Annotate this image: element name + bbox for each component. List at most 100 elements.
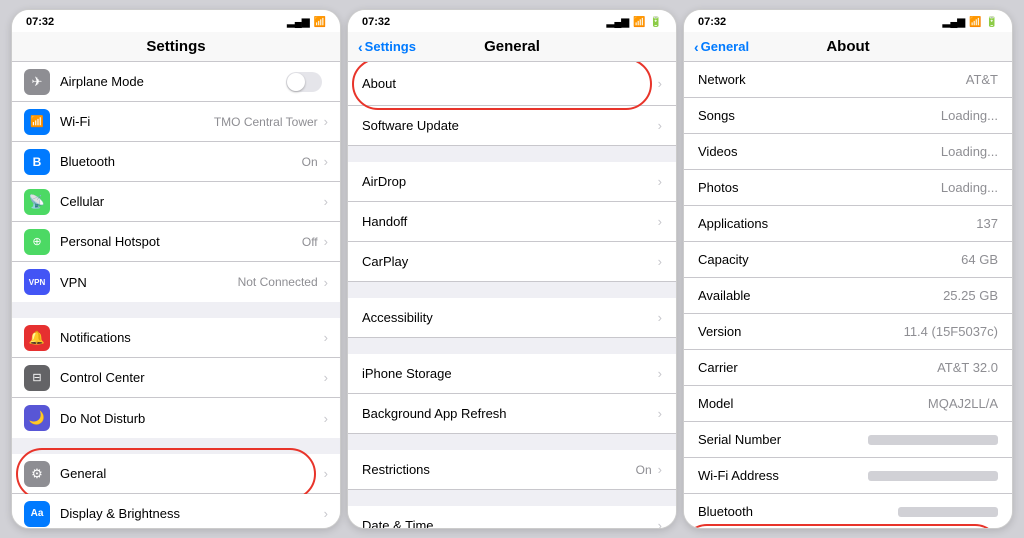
songs-value: Loading... — [941, 108, 998, 123]
row-airplane-mode[interactable]: ✈ Airplane Mode — [12, 62, 340, 102]
applications-label: Applications — [698, 216, 768, 231]
back-to-settings[interactable]: ‹ Settings — [358, 39, 416, 55]
bluetooth-value: On — [302, 155, 318, 169]
row-date-time[interactable]: Date & Time › — [348, 506, 676, 528]
row-airdrop[interactable]: AirDrop › — [348, 162, 676, 202]
row-general[interactable]: ⚙ General › — [12, 454, 340, 494]
sep-g2 — [348, 282, 676, 290]
row-background-app-refresh[interactable]: Background App Refresh › — [348, 394, 676, 434]
display-label: Display & Brightness — [60, 506, 324, 521]
wifi-icon-2: 📶 — [633, 17, 645, 28]
photos-label: Photos — [698, 180, 738, 195]
vpn-value: Not Connected — [238, 275, 318, 289]
about-list[interactable]: Network AT&T Songs Loading... Videos Loa… — [684, 62, 1012, 528]
signal-icon-2: ▂▄▆ — [607, 17, 629, 28]
about-row-model: Model MQAJ2LL/A — [684, 386, 1012, 422]
row-restrictions[interactable]: Restrictions On › — [348, 450, 676, 490]
applications-value: 137 — [976, 216, 998, 231]
serial-redacted — [868, 435, 998, 445]
date-time-chevron: › — [658, 518, 662, 528]
accessibility-chevron: › — [658, 310, 662, 325]
status-time-2: 07:32 — [362, 16, 390, 28]
sep-g4 — [348, 434, 676, 442]
row-accessibility[interactable]: Accessibility › — [348, 298, 676, 338]
section-about: About › Software Update › — [348, 62, 676, 146]
general-nav-header: ‹ Settings General — [348, 32, 676, 62]
notifications-chevron: › — [324, 330, 328, 345]
dnd-label: Do Not Disturb — [60, 411, 324, 426]
notifications-icon: 🔔 — [24, 325, 50, 351]
wifi-label: Wi-Fi — [60, 114, 214, 129]
cellular-icon: 📡 — [24, 189, 50, 215]
carrier-value: AT&T 32.0 — [937, 360, 998, 375]
settings-title: Settings — [146, 38, 205, 55]
about-row-network: Network AT&T — [684, 62, 1012, 98]
status-icons-3: ▂▄▆ 📶 🔋 — [943, 17, 998, 28]
back-to-general[interactable]: ‹ General — [694, 39, 749, 55]
row-wifi[interactable]: 📶 Wi-Fi TMO Central Tower › — [12, 102, 340, 142]
about-row-videos: Videos Loading... — [684, 134, 1012, 170]
row-display[interactable]: Aa Display & Brightness › — [12, 494, 340, 528]
airdrop-chevron: › — [658, 174, 662, 189]
capacity-value: 64 GB — [961, 252, 998, 267]
status-icons-1: ▂▄▆ 📶 — [287, 17, 326, 28]
about-row-available: Available 25.25 GB — [684, 278, 1012, 314]
about-title: About — [826, 38, 869, 55]
version-value: 11.4 (15F5037c) — [904, 324, 998, 339]
row-handoff[interactable]: Handoff › — [348, 202, 676, 242]
bg-app-refresh-label: Background App Refresh — [362, 406, 658, 421]
display-chevron: › — [324, 506, 328, 521]
hotspot-value: Off — [302, 235, 318, 249]
videos-value: Loading... — [941, 144, 998, 159]
about-row-version: Version 11.4 (15F5037c) — [684, 314, 1012, 350]
row-software-update[interactable]: Software Update › — [348, 106, 676, 146]
row-notifications[interactable]: 🔔 Notifications › — [12, 318, 340, 358]
vpn-icon: VPN — [24, 269, 50, 295]
photos-value: Loading... — [941, 180, 998, 195]
row-do-not-disturb[interactable]: 🌙 Do Not Disturb › — [12, 398, 340, 438]
dnd-icon: 🌙 — [24, 405, 50, 431]
control-center-label: Control Center — [60, 370, 324, 385]
bluetooth-about-label: Bluetooth — [698, 504, 753, 519]
bluetooth-icon: B — [24, 149, 50, 175]
about-row-wifi-address: Wi-Fi Address — [684, 458, 1012, 494]
software-update-label: Software Update — [362, 118, 658, 133]
hotspot-icon: ⊕ — [24, 229, 50, 255]
about-nav-header: ‹ General About — [684, 32, 1012, 62]
about-row-capacity: Capacity 64 GB — [684, 242, 1012, 278]
phone-about: 07:32 ▂▄▆ 📶 🔋 ‹ General About Network AT… — [683, 9, 1013, 529]
row-cellular[interactable]: 📡 Cellular › — [12, 182, 340, 222]
about-section: Network AT&T Songs Loading... Videos Loa… — [684, 62, 1012, 528]
date-time-label: Date & Time — [362, 518, 658, 528]
cellular-label: Cellular — [60, 194, 324, 209]
general-list[interactable]: About › Software Update › AirDrop › Hand… — [348, 62, 676, 528]
row-carplay[interactable]: CarPlay › — [348, 242, 676, 282]
airplane-toggle[interactable] — [286, 72, 322, 92]
airplane-label: Airplane Mode — [60, 74, 286, 89]
row-personal-hotspot[interactable]: ⊕ Personal Hotspot Off › — [12, 222, 340, 262]
bg-app-refresh-chevron: › — [658, 406, 662, 421]
restrictions-label: Restrictions — [362, 462, 636, 477]
carplay-label: CarPlay — [362, 254, 658, 269]
settings-header: Settings — [12, 32, 340, 62]
about-row-songs: Songs Loading... — [684, 98, 1012, 134]
row-control-center[interactable]: ⊟ Control Center › — [12, 358, 340, 398]
bluetooth-label: Bluetooth — [60, 154, 302, 169]
back-chevron: ‹ — [358, 39, 363, 55]
about-row-bluetooth: Bluetooth — [684, 494, 1012, 528]
row-bluetooth[interactable]: B Bluetooth On › — [12, 142, 340, 182]
display-icon: Aa — [24, 501, 50, 527]
airdrop-label: AirDrop — [362, 174, 658, 189]
iphone-storage-label: iPhone Storage — [362, 366, 658, 381]
back-chevron-about: ‹ — [694, 39, 699, 55]
row-vpn[interactable]: VPN VPN Not Connected › — [12, 262, 340, 302]
cellular-chevron: › — [324, 194, 328, 209]
general-icon: ⚙ — [24, 461, 50, 487]
vpn-label: VPN — [60, 275, 238, 290]
settings-list[interactable]: ✈ Airplane Mode 📶 Wi-Fi TMO Central Towe… — [12, 62, 340, 528]
row-about[interactable]: About › — [348, 62, 676, 106]
software-update-chevron: › — [658, 118, 662, 133]
control-center-icon: ⊟ — [24, 365, 50, 391]
row-iphone-storage[interactable]: iPhone Storage › — [348, 354, 676, 394]
status-time-3: 07:32 — [698, 16, 726, 28]
